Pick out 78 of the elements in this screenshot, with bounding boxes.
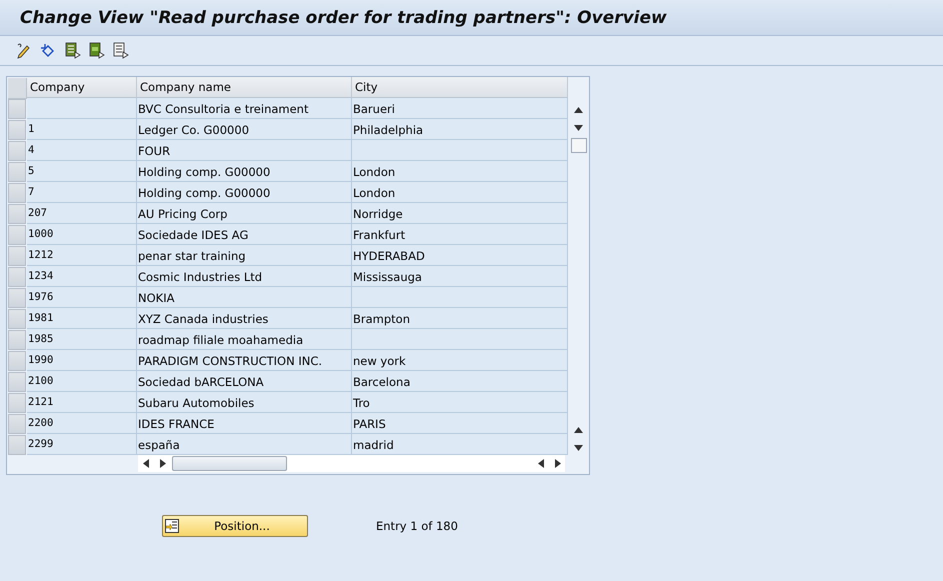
table-cell: Brampton (352, 308, 568, 329)
table-cell: 7 (27, 182, 137, 203)
table-cell: Tro (352, 392, 568, 413)
table-cell: 2200 (27, 413, 137, 434)
table-cell: 2100 (27, 371, 137, 392)
row-selector[interactable] (8, 330, 26, 350)
table-cell: AU Pricing Corp (137, 203, 352, 224)
table-cell: Barcelona (352, 371, 568, 392)
row-selector[interactable] (8, 141, 26, 161)
block-arrow-icon[interactable] (88, 42, 105, 59)
table-cell: 1985 (27, 329, 137, 350)
row-selector[interactable] (8, 288, 26, 308)
table-cell: Frankfurt (352, 224, 568, 245)
entry-count: Entry 1 of 180 (376, 519, 458, 533)
row-selector[interactable] (8, 351, 26, 371)
table-cell: 1212 (27, 245, 137, 266)
column-header[interactable]: Company name (137, 77, 352, 98)
row-selector[interactable] (8, 162, 26, 182)
table-cell: PARADIGM CONSTRUCTION INC. (137, 350, 352, 371)
scroll-thumb[interactable] (172, 456, 287, 471)
table-cell: HYDERABAD (352, 245, 568, 266)
table-cell: new york (352, 350, 568, 371)
row-selector[interactable] (8, 183, 26, 203)
table-cell: Norridge (352, 203, 568, 224)
row-selector[interactable] (8, 204, 26, 224)
table-cell: 5 (27, 161, 137, 182)
table-cell: Mississauga (352, 266, 568, 287)
table-cell: penar star training (137, 245, 352, 266)
horizontal-scrollbar[interactable] (138, 455, 565, 472)
row-selector[interactable] (8, 309, 26, 329)
table-cell: Ledger Co. G00000 (137, 119, 352, 140)
position-button[interactable]: Position... (162, 515, 308, 537)
table-cell: 1981 (27, 308, 137, 329)
table-cell: 2299 (27, 434, 137, 455)
table-cell: BVC Consultoria e treinament (137, 98, 352, 119)
row-selector[interactable] (8, 120, 26, 140)
row-selector[interactable] (8, 372, 26, 392)
table-cell: roadmap filiale moahamedia (137, 329, 352, 350)
table-cell: Barueri (352, 98, 568, 119)
table-cell: London (352, 182, 568, 203)
table-cell: PARIS (352, 413, 568, 434)
table-cell: Cosmic Industries Ltd (137, 266, 352, 287)
list-arrow-icon[interactable] (112, 42, 129, 59)
row-selector[interactable] (8, 435, 26, 455)
table-cell: NOKIA (137, 287, 352, 308)
table-cell: Subaru Automobiles (137, 392, 352, 413)
row-selector[interactable] (8, 225, 26, 245)
row-selector[interactable] (8, 393, 26, 413)
table-cell: 1000 (27, 224, 137, 245)
table-cell: Holding comp. G00000 (137, 161, 352, 182)
table-cell: IDES FRANCE (137, 413, 352, 434)
position-icon (165, 519, 179, 533)
column-header[interactable]: City (352, 77, 568, 98)
table-cell: madrid (352, 434, 568, 455)
table-cell: 207 (27, 203, 137, 224)
table-cell: 2121 (27, 392, 137, 413)
row-selector[interactable] (8, 414, 26, 434)
list-arrow-icon[interactable] (64, 42, 81, 59)
table-cell: Philadelphia (352, 119, 568, 140)
column-header[interactable]: Company (27, 77, 137, 98)
row-selector[interactable] (8, 246, 26, 266)
table-cell: 1976 (27, 287, 137, 308)
row-selector[interactable] (8, 99, 26, 119)
table-cell: 1990 (27, 350, 137, 371)
window-title: Change View "Read purchase order for trading partners": Overview (20, 8, 667, 28)
table-cell: españa (137, 434, 352, 455)
table-cell: 1 (27, 119, 137, 140)
table-cell: 1234 (27, 266, 137, 287)
table-cell: Sociedad bARCELONA (137, 371, 352, 392)
table-cell: FOUR (137, 140, 352, 161)
scroll-thumb[interactable] (570, 138, 586, 153)
row-selector[interactable] (8, 267, 26, 287)
table-corner (8, 78, 27, 99)
table-cell: London (352, 161, 568, 182)
table-cell: Sociedade IDES AG (137, 224, 352, 245)
table-cell: XYZ Canada industries (137, 308, 352, 329)
table-cell: 4 (27, 140, 137, 161)
table-cell: Holding comp. G00000 (137, 182, 352, 203)
